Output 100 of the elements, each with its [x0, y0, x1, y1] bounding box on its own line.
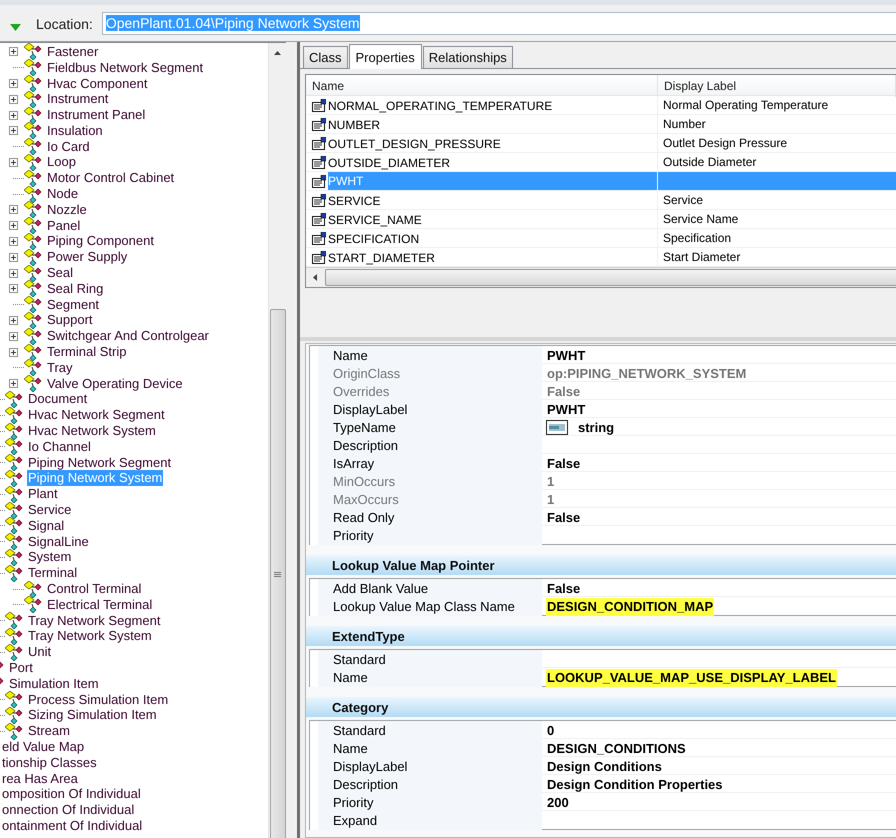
property-value[interactable]: PWHT	[546, 346, 586, 364]
tree-item[interactable]: Terminal Strip	[46, 344, 128, 360]
tree-item[interactable]: Sizing Simulation Item	[27, 707, 158, 724]
tree-item[interactable]: Support	[46, 312, 94, 328]
tree-item[interactable]: Service	[27, 502, 72, 518]
expand-icon[interactable]	[9, 379, 18, 388]
property-value[interactable]: LOOKUP_VALUE_MAP_USE_DISPLAY_LABEL	[546, 668, 837, 686]
tree-item[interactable]: Stream	[27, 723, 71, 740]
tree-item[interactable]: Signal	[27, 518, 66, 534]
tree-item[interactable]: Plant	[27, 486, 59, 502]
tree-item[interactable]: Port	[8, 660, 34, 676]
expand-icon[interactable]	[9, 79, 18, 88]
tree-item[interactable]: Motor Control Cabinet	[46, 170, 176, 186]
tree-item[interactable]: tionship Classes	[1, 754, 98, 771]
property-name[interactable]: NORMAL_OPERATING_TEMPERATURE	[328, 96, 556, 114]
dropdown-arrow-icon[interactable]	[10, 24, 21, 31]
property-name[interactable]: OUTSIDE_DIAMETER	[328, 154, 454, 172]
horizontal-scrollbar[interactable]	[306, 267, 896, 287]
tree-item[interactable]: Control Terminal	[46, 581, 142, 597]
tab[interactable]: Relationships	[422, 46, 513, 68]
section-header[interactable]: ExtendType	[306, 626, 896, 646]
expand-icon[interactable]	[9, 268, 18, 278]
expand-icon[interactable]	[9, 126, 18, 136]
tree-item[interactable]: rea Has Area	[1, 770, 79, 787]
scroll-up-icon[interactable]	[274, 51, 281, 55]
scrollbar[interactable]	[268, 43, 286, 838]
expand-icon[interactable]	[9, 348, 18, 357]
tree-item[interactable]: Valve Operating Device	[46, 376, 184, 392]
tree-item[interactable]: Node	[46, 186, 80, 202]
tree-item[interactable]: Io Channel	[27, 438, 92, 455]
expand-icon[interactable]	[9, 236, 18, 246]
tree-item[interactable]: Instrument	[46, 91, 110, 108]
property-name[interactable]: SERVICE_NAME	[328, 210, 426, 228]
expand-icon[interactable]	[9, 47, 18, 56]
tree-item[interactable]: Simulation Item	[8, 676, 100, 692]
property-value[interactable]: 0	[546, 722, 556, 740]
tree-item[interactable]: Document	[27, 391, 88, 408]
expand-icon[interactable]	[9, 316, 18, 325]
expand-icon[interactable]	[9, 252, 18, 262]
tree-item[interactable]: Io Card	[46, 138, 91, 155]
tree-item[interactable]: Fieldbus Network Segment	[46, 60, 204, 76]
section-header[interactable]: Category	[306, 697, 896, 717]
tree-item[interactable]: Panel	[46, 218, 82, 234]
expand-icon[interactable]	[9, 221, 18, 230]
column-header[interactable]: Display Label	[658, 75, 896, 97]
tree-item[interactable]: Seal	[46, 265, 74, 282]
tree-item[interactable]: System	[27, 549, 72, 566]
tree-item[interactable]: Piping Component	[46, 233, 155, 250]
tree-item[interactable]: SignalLine	[27, 534, 90, 550]
tree-item[interactable]: Loop	[46, 154, 77, 170]
tree-item[interactable]: Switchgear And Controlgear	[46, 328, 210, 344]
expand-icon[interactable]	[9, 110, 18, 120]
tree-item[interactable]: Tray	[46, 360, 74, 376]
property-value[interactable]: False	[546, 454, 582, 472]
tree-item[interactable]: Power Supply	[46, 249, 128, 266]
property-value[interactable]: 200	[546, 794, 570, 812]
section-header[interactable]: Lookup Value Map Pointer	[306, 555, 896, 575]
tree-item[interactable]: Hvac Network Segment	[27, 407, 166, 424]
property-value[interactable]: PWHT	[546, 400, 586, 418]
column-header[interactable]: Name	[306, 75, 658, 97]
tree-item[interactable]: Fastener	[46, 44, 100, 60]
property-value[interactable]: Design Condition Properties	[546, 776, 724, 794]
tree-item[interactable]: Segment	[46, 296, 100, 313]
expand-icon[interactable]	[9, 332, 18, 341]
tree-item[interactable]: eld Value Map	[1, 738, 86, 755]
property-name[interactable]: START_DIAMETER	[328, 248, 439, 266]
tree-item[interactable]: Tray Network Segment	[27, 612, 162, 629]
tree-item[interactable]: omposition Of Individual	[1, 786, 142, 802]
property-name[interactable]: NUMBER	[328, 116, 384, 134]
expand-icon[interactable]	[9, 94, 18, 104]
property-name[interactable]: OUTLET_DESIGN_PRESSURE	[328, 134, 505, 152]
tab[interactable]: Class	[303, 46, 348, 68]
tab[interactable]: Properties	[348, 44, 422, 69]
tree-item[interactable]: Insulation	[46, 122, 104, 139]
tree-item[interactable]: ontainment Of Individual	[1, 818, 144, 834]
tree-item[interactable]: Hvac Component	[46, 76, 148, 92]
tree-item[interactable]: onnection Of Individual	[1, 802, 136, 818]
scroll-left-icon[interactable]	[313, 274, 317, 281]
property-value[interactable]: DESIGN_CONDITIONS	[546, 740, 687, 758]
property-value[interactable]: string	[577, 418, 616, 436]
expand-icon[interactable]	[9, 158, 18, 167]
expand-icon[interactable]	[9, 205, 18, 214]
tree-item[interactable]: Instrument Panel	[46, 107, 146, 124]
property-value[interactable]: DESIGN_CONDITION_MAP	[546, 598, 714, 616]
tree-item[interactable]: Process Simulation Item	[27, 692, 170, 708]
tree-item[interactable]: Nozzle	[46, 202, 88, 218]
tree-item[interactable]: Unit	[27, 644, 52, 660]
property-value[interactable]: False	[546, 508, 582, 526]
tree-item[interactable]: Tray Network System	[27, 628, 153, 644]
tree-item[interactable]: Terminal	[27, 565, 78, 582]
expand-icon[interactable]	[9, 284, 18, 294]
scrollbar-thumb[interactable]	[325, 269, 896, 286]
tree-item[interactable]: Piping Network Segment	[27, 454, 172, 471]
property-value[interactable]: False	[546, 580, 582, 598]
tree-item[interactable]: Electrical Terminal	[46, 596, 154, 613]
property-value[interactable]: Design Conditions	[546, 758, 663, 776]
property-name[interactable]: SPECIFICATION	[328, 230, 424, 248]
tree-item[interactable]: Seal Ring	[46, 280, 104, 297]
scrollbar-thumb[interactable]	[270, 309, 286, 838]
tree-item[interactable]: Hvac Network System	[27, 423, 157, 440]
